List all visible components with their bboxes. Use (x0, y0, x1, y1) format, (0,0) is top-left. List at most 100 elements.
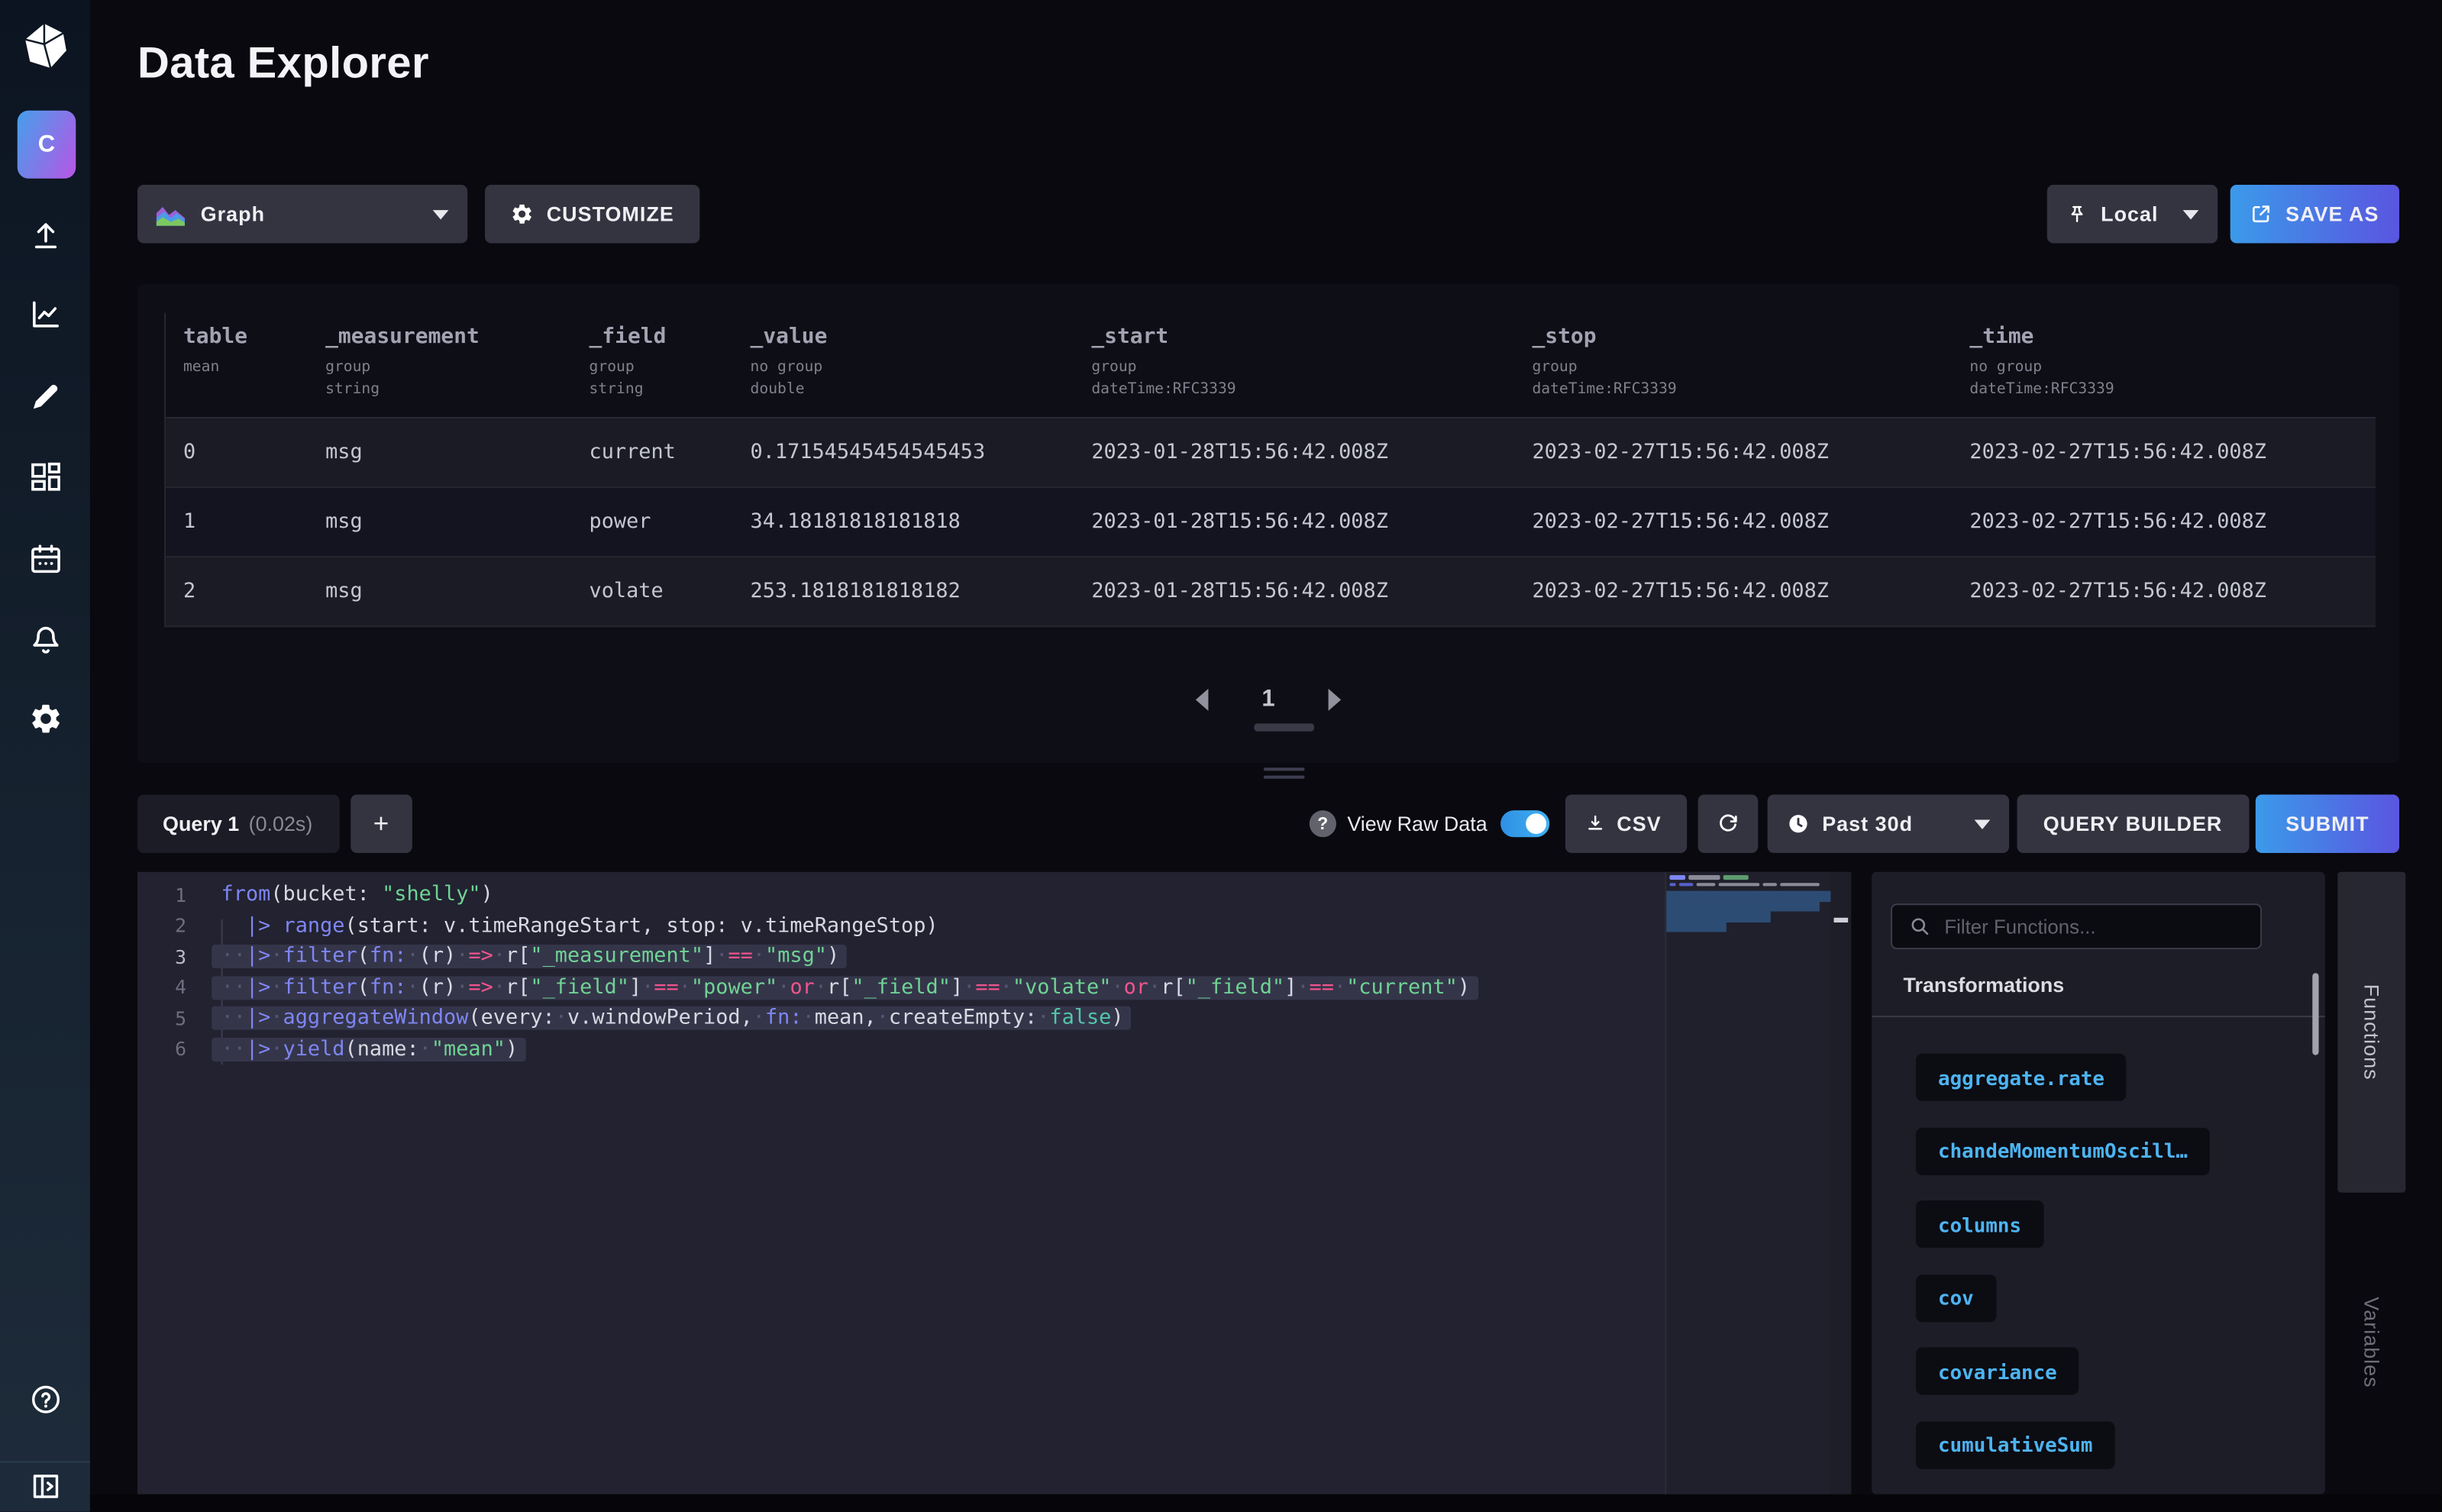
raw-data-help-icon[interactable]: ? (1310, 810, 1336, 837)
table-cell: 2023-01-28T15:56:42.008Z (1074, 418, 1515, 486)
table-column-header: _stopgroupdateTime:RFC3339 (1515, 313, 1953, 418)
raw-data-panel: tablemean_measurementgroupstring_fieldgr… (137, 284, 2399, 763)
expand-sidebar-icon[interactable] (28, 1470, 61, 1503)
page-indicator-bar (1254, 723, 1314, 731)
view-raw-data-toggle[interactable] (1500, 810, 1549, 837)
functions-scrollbar-thumb[interactable] (2312, 973, 2318, 1055)
table-column-header: tablemean (166, 313, 308, 418)
prev-page-icon[interactable] (1195, 688, 1208, 710)
chevron-down-icon (433, 209, 449, 218)
page-title: Data Explorer (137, 38, 429, 89)
clock-icon (1786, 812, 1810, 835)
table-cell: 2023-02-27T15:56:42.008Z (1515, 418, 1953, 486)
query-builder-label: QUERY BUILDER (2043, 812, 2223, 835)
table-column-header: _fieldgroupstring (572, 313, 733, 418)
table-column-header: _startgroupdateTime:RFC3339 (1074, 313, 1515, 418)
table-cell: 1 (166, 488, 308, 556)
line-number: 4 (137, 977, 212, 999)
export-icon (2250, 202, 2273, 226)
table-cell: 2023-02-27T15:56:42.008Z (1953, 557, 2377, 625)
alerts-bell-icon[interactable] (27, 622, 63, 657)
next-page-icon[interactable] (1329, 688, 1342, 710)
editor-scrollbar[interactable] (1830, 872, 1851, 1494)
customize-button[interactable]: CUSTOMIZE (485, 185, 699, 244)
upload-icon[interactable] (27, 218, 63, 253)
table-cell: volate (572, 557, 733, 625)
chevron-down-icon (2183, 209, 2199, 218)
line-content: ··|>·filter(fn:·(r)·=>·r["_measurement"]… (212, 945, 847, 968)
code-line: 3··|>·filter(fn:·(r)·=>·r["_measurement"… (137, 942, 1665, 972)
table-header-row: tablemean_measurementgroupstring_fieldgr… (166, 313, 2376, 419)
table-cell: 253.1818181818182 (733, 557, 1074, 625)
table-cell: 2023-02-27T15:56:42.008Z (1515, 488, 1953, 556)
table-cell: 2 (166, 557, 308, 625)
table-column-header: _measurementgroupstring (308, 313, 571, 418)
editor-minimap[interactable] (1665, 872, 1830, 1494)
csv-label: CSV (1617, 812, 1661, 835)
query-tab[interactable]: Query 1 (0.02s) (137, 794, 340, 853)
view-type-dropdown[interactable]: Graph (137, 185, 467, 244)
submit-button[interactable]: SUBMIT (2256, 794, 2399, 853)
line-content: |> range(start: v.timeRangeStart, stop: … (212, 914, 946, 938)
table-cell: 2023-02-27T15:56:42.008Z (1953, 418, 2377, 486)
filter-functions-input[interactable]: Filter Functions... (1891, 903, 2262, 949)
code-lines: 1from(bucket: "shelly")2 |> range(start:… (137, 880, 1665, 1065)
function-chip[interactable]: chandeMomentumOscill… (1916, 1127, 2210, 1174)
table-column-header: _timeno groupdateTime:RFC3339 (1953, 313, 2377, 418)
settings-gear-icon[interactable] (27, 701, 63, 736)
code-line: 2 |> range(start: v.timeRangeStart, stop… (137, 910, 1665, 941)
notebooks-icon[interactable] (27, 379, 63, 414)
code-line: 4··|>·filter(fn:·(r)·=>·r["_field"]·==·"… (137, 972, 1665, 1003)
function-chip[interactable]: columns (1916, 1200, 2043, 1248)
table-column-header: _valueno groupdouble (733, 313, 1074, 418)
line-number: 6 (137, 1039, 212, 1061)
save-as-button[interactable]: SAVE AS (2230, 185, 2399, 244)
view-raw-data-label: View Raw Data (1347, 812, 1487, 835)
function-chip[interactable]: covariance (1916, 1347, 2079, 1394)
minimap-selection (1666, 891, 1830, 932)
dashboards-icon[interactable] (27, 460, 63, 495)
help-icon[interactable] (27, 1382, 63, 1417)
local-dropdown[interactable]: Local (2047, 185, 2218, 244)
table-cell: 0 (166, 418, 308, 486)
pin-icon (2066, 202, 2088, 227)
data-explorer-icon[interactable] (27, 297, 63, 332)
add-query-button[interactable]: + (350, 794, 412, 853)
time-range-dropdown[interactable]: Past 30d (1767, 794, 2008, 853)
view-type-label: Graph (201, 202, 265, 226)
function-chip[interactable]: cumulativeSum (1916, 1421, 2114, 1468)
flux-code-editor[interactable]: 1from(bucket: "shelly")2 |> range(start:… (137, 872, 1851, 1494)
csv-download-button[interactable]: CSV (1565, 794, 1686, 853)
table-cell: 34.18181818181818 (733, 488, 1074, 556)
download-icon (1584, 812, 1606, 835)
bottom-band (90, 1494, 2442, 1512)
table-cell: current (572, 418, 733, 486)
tasks-calendar-icon[interactable] (27, 541, 63, 577)
tab-variables[interactable]: Variables (2337, 1255, 2405, 1430)
line-number: 5 (137, 1007, 212, 1029)
cursor-position-mark (1834, 918, 1849, 922)
line-content: ··|>·aggregateWindow(every:·v.windowPeri… (212, 1006, 1132, 1030)
query-toolbar: Query 1 (0.02s) + ? View Raw Data CSV (137, 794, 2399, 853)
line-number: 1 (137, 884, 212, 906)
data-explorer-page: C (0, 0, 2442, 1512)
tab-functions[interactable]: Functions (2337, 872, 2405, 1193)
function-chip[interactable]: aggregate.rate (1916, 1054, 2127, 1101)
local-label: Local (2101, 202, 2158, 226)
nav-sidebar: C (0, 0, 90, 1512)
transformations-section-label: Transformations (1904, 973, 2065, 997)
search-icon (1908, 915, 1932, 939)
code-line: 6··|>·yield(name:·"mean") (137, 1034, 1665, 1065)
function-chip[interactable]: cov (1916, 1274, 1996, 1321)
refresh-button[interactable] (1697, 794, 1758, 853)
filter-functions-placeholder: Filter Functions... (1944, 916, 2095, 938)
line-content: ··|>·filter(fn:·(r)·=>·r["_field"]·==·"p… (212, 976, 1478, 1000)
raw-data-table: tablemean_measurementgroupstring_fieldgr… (164, 313, 2376, 628)
table-cell: msg (308, 557, 571, 625)
table-cell: 0.17154545454545453 (733, 418, 1074, 486)
query-builder-button[interactable]: QUERY BUILDER (2017, 794, 2250, 853)
org-avatar[interactable]: C (18, 111, 76, 179)
panel-resize-handle[interactable] (1264, 767, 1305, 780)
page-number[interactable]: 1 (1261, 686, 1274, 712)
influxdb-logo-icon[interactable] (23, 22, 67, 69)
